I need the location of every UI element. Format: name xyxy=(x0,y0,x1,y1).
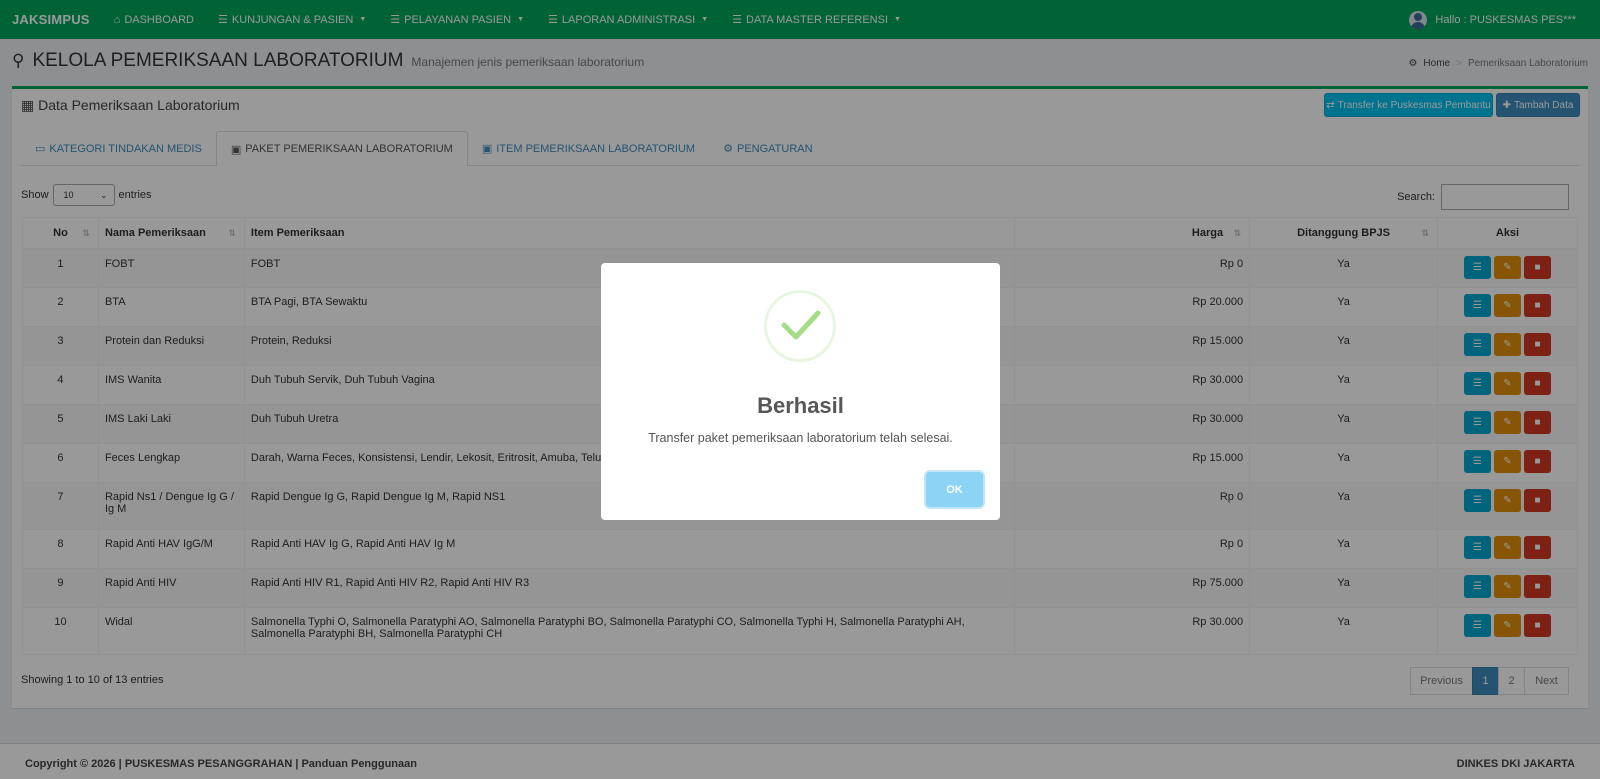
success-dialog: Berhasil Transfer paket pemeriksaan labo… xyxy=(601,263,1000,520)
ok-button[interactable]: OK xyxy=(926,472,983,507)
dialog-title: Berhasil xyxy=(757,393,844,418)
success-check-icon xyxy=(764,290,836,362)
dialog-message: Transfer paket pemeriksaan laboratorium … xyxy=(648,431,953,445)
